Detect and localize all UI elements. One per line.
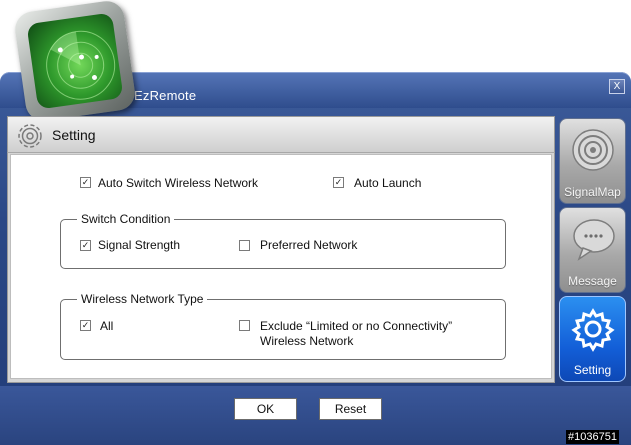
all-networks-label: All [100, 319, 114, 333]
auto-switch-label: Auto Switch Wireless Network [98, 176, 259, 190]
app-title: EzRemote [134, 88, 197, 103]
exclude-limited-label-line2: Wireless Network [260, 334, 354, 348]
watermark-text: #1036751 [566, 430, 619, 444]
sidebar-item-label: SignalMap [564, 185, 621, 199]
gear-icon [18, 124, 42, 148]
chat-icon [573, 219, 615, 261]
network-type-title: Wireless Network Type [77, 292, 208, 306]
ok-button[interactable]: OK [234, 398, 297, 420]
sidebar-item-message[interactable]: Message [559, 207, 626, 293]
radar-logo-icon [26, 12, 124, 110]
radar-icon [572, 129, 614, 171]
sidebar-item-label: Message [568, 274, 617, 288]
preferred-network-label: Preferred Network [260, 238, 358, 252]
auto-launch-checkbox[interactable]: ✓ [333, 177, 344, 188]
auto-launch-label: Auto Launch [354, 176, 422, 190]
exclude-limited-label-line1: Exclude “Limited or no Connectivity” [260, 319, 453, 333]
switch-condition-title: Switch Condition [77, 212, 175, 226]
sidebar-item-setting[interactable]: Setting [559, 296, 626, 382]
sidebar-item-label: Setting [573, 363, 612, 377]
gear-icon [571, 308, 615, 352]
preferred-network-checkbox[interactable] [239, 240, 250, 251]
exclude-limited-checkbox[interactable] [239, 320, 250, 331]
all-networks-checkbox[interactable]: ✓ [80, 320, 91, 331]
signal-strength-checkbox[interactable]: ✓ [80, 240, 91, 251]
sidebar-item-signalmap[interactable]: SignalMap [559, 118, 626, 204]
reset-button[interactable]: Reset [319, 398, 382, 420]
auto-switch-checkbox[interactable]: ✓ [80, 177, 91, 188]
signal-strength-label: Signal Strength [98, 238, 181, 252]
footer-bar [0, 386, 631, 445]
app-logo [12, 0, 138, 124]
panel-title: Setting [52, 127, 96, 143]
close-button[interactable]: X [609, 79, 625, 94]
